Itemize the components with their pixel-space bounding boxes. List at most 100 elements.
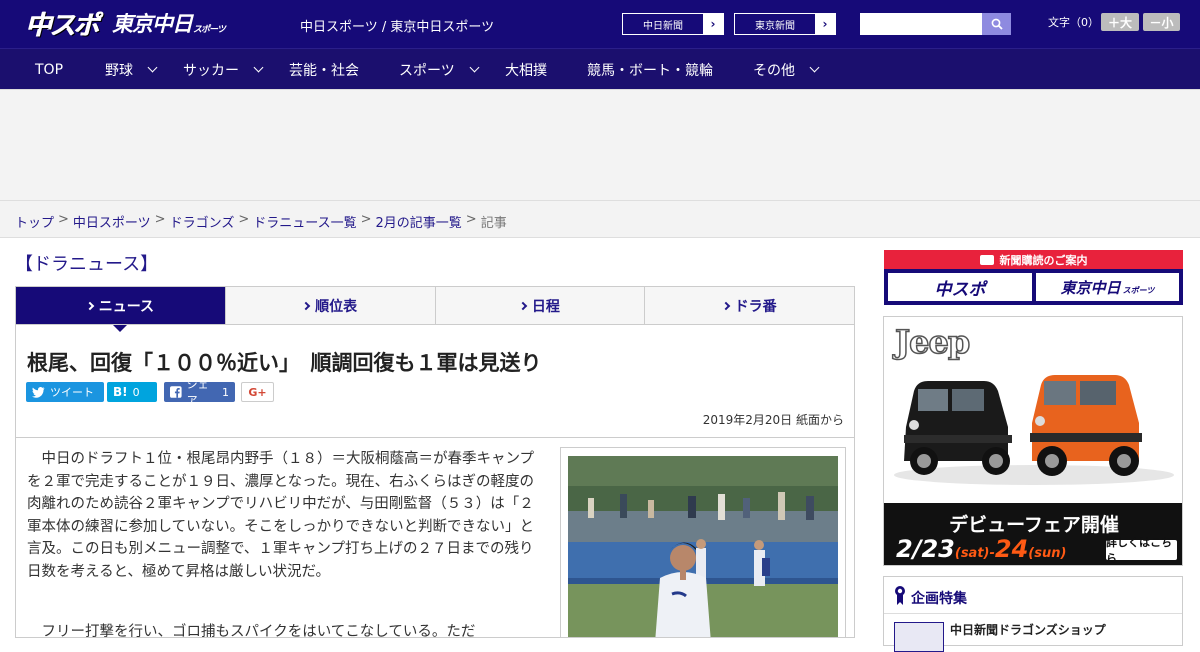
facebook-icon bbox=[170, 386, 182, 398]
tab-bar: ニュース 順位表 日程 ドラ番 bbox=[15, 286, 855, 332]
facebook-share-count: 1 bbox=[222, 385, 229, 399]
breadcrumb-news-list[interactable]: ドラニュース一覧 bbox=[253, 212, 356, 231]
google-plus-button[interactable]: G+ bbox=[241, 382, 274, 402]
tokyo-logo-sub: スポーツ bbox=[193, 24, 226, 35]
jeep-details-button[interactable]: 詳しくはこちら bbox=[1106, 536, 1177, 565]
breadcrumb-bar: トップ > 中日スポーツ > ドラゴンズ > ドラニュース一覧 > 2月の記事一… bbox=[0, 200, 1200, 238]
nav-item-entertainment[interactable]: 芸能・社会 bbox=[289, 49, 359, 90]
breadcrumb-separator: > bbox=[154, 212, 166, 227]
search-box bbox=[860, 13, 1011, 35]
tab-news[interactable]: ニュース bbox=[16, 287, 226, 332]
breadcrumb-separator: > bbox=[58, 212, 69, 227]
feature-title: 企画特集 bbox=[911, 591, 967, 607]
breadcrumb-top[interactable]: トップ bbox=[15, 212, 54, 231]
article-paragraph: 中日のドラフト１位・根尾昂内野手（１８）＝大阪桐蔭高＝が春季キャンプを２軍で完走… bbox=[27, 451, 535, 580]
site-name: 中日スポーツ / 東京中日スポーツ bbox=[300, 20, 495, 35]
nav-item-soccer[interactable]: サッカー bbox=[183, 49, 264, 90]
chunichi-shimbun-label: 中日新聞 bbox=[643, 20, 683, 32]
nav-label: 野球 bbox=[105, 62, 133, 79]
tab-standings[interactable]: 順位表 bbox=[225, 287, 436, 324]
chevron-right-icon bbox=[85, 301, 94, 310]
nav-label: サッカー bbox=[183, 62, 239, 79]
breadcrumb-separator: > bbox=[238, 212, 250, 227]
feature-thumbnail[interactable] bbox=[894, 622, 944, 652]
ribbon-icon bbox=[895, 586, 905, 605]
chevron-right-icon bbox=[301, 301, 311, 310]
jeep-date-start: 23 bbox=[921, 535, 955, 563]
font-size-decrease-button[interactable]: －小 bbox=[1143, 13, 1180, 31]
article-header: 根尾、回復「１００％近い」 順調回復も１軍は見送り ツイート B! 0 シェア … bbox=[15, 324, 855, 438]
chuspo-logo[interactable]: 中スポ bbox=[26, 8, 100, 41]
subscribe-tokyo-chunichi-button[interactable]: 東京中日 スポーツ bbox=[1036, 273, 1179, 301]
feature-box: 企画特集 中日新聞ドラゴンズショップ bbox=[883, 576, 1183, 652]
nav-label: 芸能・社会 bbox=[289, 62, 359, 79]
jeep-date-month: 2/ bbox=[896, 535, 922, 563]
facebook-share-label: シェア bbox=[186, 378, 209, 407]
tab-schedule[interactable]: 日程 bbox=[435, 287, 646, 324]
subscribe-chuspo-button[interactable]: 中スポ bbox=[888, 273, 1032, 301]
font-size-increase-button[interactable]: ＋大 bbox=[1101, 13, 1139, 31]
tab-label: ニュース bbox=[98, 298, 155, 315]
jeep-fair-band: デビューフェア開催 2/23(sat)-24(sun) 詳しくはこちら bbox=[884, 503, 1182, 565]
tweet-label: ツイート bbox=[50, 386, 94, 399]
tokyo-shimbun-label: 東京新聞 bbox=[755, 20, 795, 32]
subscription-title: 新聞購読のご案内 bbox=[999, 253, 1088, 267]
article-headline: 根尾、回復「１００％近い」 順調回復も１軍は見送り bbox=[27, 351, 542, 375]
google-plus-icon: G+ bbox=[248, 385, 267, 399]
tokyo-chunichi-logo[interactable]: 東京中日 スポーツ bbox=[112, 8, 226, 38]
baseball-player-photo bbox=[568, 456, 838, 637]
breadcrumb-dragons[interactable]: ドラゴンズ bbox=[170, 212, 235, 231]
nav-item-top[interactable]: TOP bbox=[35, 49, 63, 90]
jeep-fair-dates: 2/23(sat)-24(sun) bbox=[896, 535, 1066, 563]
breadcrumb-month-list[interactable]: 2月の記事一覧 bbox=[376, 212, 462, 231]
tokyo-logo-main: 東京中日 bbox=[112, 12, 193, 36]
top-header: 中スポ 東京中日 スポーツ 中日スポーツ / 東京中日スポーツ 中日新聞 › 東京… bbox=[0, 0, 1200, 48]
chevron-right-icon: › bbox=[815, 14, 835, 34]
section-title: 【ドラニュース】 bbox=[15, 254, 159, 275]
hatena-bookmark-button[interactable]: B! 0 bbox=[107, 382, 157, 402]
tab-label: 順位表 bbox=[315, 298, 358, 315]
subscription-header[interactable]: 新聞購読のご案内 bbox=[884, 250, 1183, 269]
facebook-share-button[interactable]: シェア 1 bbox=[164, 378, 235, 407]
tab-reporter[interactable]: ドラ番 bbox=[645, 287, 854, 324]
nav-label: 大相撲 bbox=[505, 62, 547, 79]
search-icon bbox=[991, 18, 1003, 30]
tab-label: ドラ番 bbox=[734, 298, 777, 315]
subscribe-tokyo-main: 東京中日 bbox=[1060, 278, 1121, 297]
breadcrumb: トップ > 中日スポーツ > ドラゴンズ > ドラニュース一覧 > 2月の記事一… bbox=[15, 212, 507, 231]
jeep-advertisement[interactable]: Jeep デビューフェア開催 2/23(sat)-24(sun) 詳しくはこちら bbox=[883, 316, 1183, 566]
tweet-button[interactable]: ツイート bbox=[26, 382, 104, 402]
search-input[interactable] bbox=[860, 13, 982, 35]
jeep-cars-image bbox=[894, 375, 1174, 485]
article-body: 中日のドラフト１位・根尾昂内野手（１８）＝大阪桐蔭高＝が春季キャンプを２軍で完走… bbox=[15, 438, 855, 638]
subscription-box: 新聞購読のご案内 中スポ 東京中日 スポーツ bbox=[884, 250, 1183, 305]
chevron-down-icon bbox=[147, 62, 158, 73]
jeep-fair-title: デビューフェア開催 bbox=[949, 514, 1119, 536]
chevron-down-icon bbox=[809, 62, 820, 73]
hatena-count: 0 bbox=[132, 385, 140, 399]
breadcrumb-separator: > bbox=[465, 212, 477, 227]
chunichi-shimbun-link[interactable]: 中日新聞 › bbox=[622, 13, 724, 35]
jeep-date-start-day: (sat)- bbox=[954, 546, 995, 561]
nav-item-sports[interactable]: スポーツ bbox=[399, 49, 480, 90]
nav-item-racing[interactable]: 競馬・ボート・競輪 bbox=[587, 49, 713, 90]
breadcrumb-current: 記事 bbox=[480, 216, 507, 231]
article-photo[interactable] bbox=[568, 456, 838, 637]
newspaper-icon bbox=[979, 254, 994, 265]
nav-item-other[interactable]: その他 bbox=[753, 49, 820, 90]
breadcrumb-chunichi-sports[interactable]: 中日スポーツ bbox=[73, 212, 151, 231]
breadcrumb-separator: > bbox=[360, 212, 372, 227]
nav-item-baseball[interactable]: 野球 bbox=[105, 49, 158, 90]
chevron-right-icon bbox=[721, 301, 730, 310]
article-date: 2019年2月20日 紙面から bbox=[702, 413, 844, 427]
chevron-down-icon bbox=[253, 62, 264, 73]
search-button[interactable] bbox=[982, 13, 1011, 35]
hatena-icon: B! bbox=[113, 385, 128, 399]
main-nav: TOP 野球 サッカー 芸能・社会 スポーツ 大相撲 競馬・ボート・競輪 その他 bbox=[0, 48, 1200, 89]
tokyo-shimbun-link[interactable]: 東京新聞 › bbox=[734, 13, 836, 35]
jeep-date-end-day: (sun) bbox=[1028, 546, 1067, 561]
subscribe-tokyo-sub: スポーツ bbox=[1122, 285, 1155, 295]
nav-item-sumo[interactable]: 大相撲 bbox=[505, 49, 547, 90]
nav-label: その他 bbox=[753, 62, 795, 79]
font-size-label: 文字（0） bbox=[1048, 16, 1099, 29]
